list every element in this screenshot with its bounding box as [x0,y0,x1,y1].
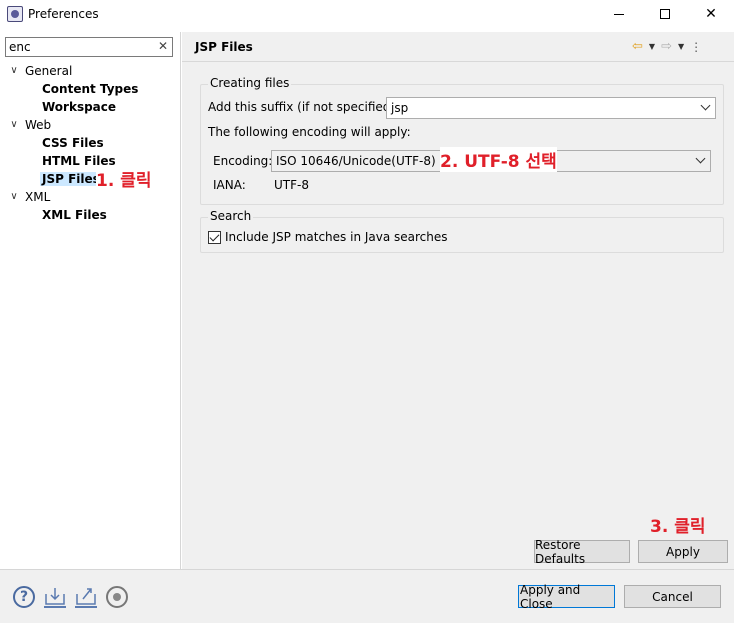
suffix-combo-value: jsp [391,101,409,115]
tree-item-css-files[interactable]: CSS Files [42,134,104,152]
expand-arrow-icon[interactable]: ∨ [9,116,19,134]
tree-item-content-types[interactable]: Content Types [42,80,138,98]
tree-item-label: XML [25,190,51,204]
tree-item-workspace[interactable]: Workspace [42,98,116,116]
tree-item-xml-files[interactable]: XML Files [42,206,107,224]
dialog-button-bar: ? Apply and Close Cancel [0,569,734,623]
expand-arrow-icon[interactable]: ∨ [9,62,19,80]
tree-item-label: JSP Files [40,172,102,186]
annotation-step3: 3. 클릭 [650,517,706,537]
forward-arrow-icon[interactable]: ⇨ [661,39,672,54]
suffix-combo[interactable]: jsp [386,97,716,119]
import-icon[interactable] [44,586,66,608]
encoding-label: Encoding: [213,154,273,168]
search-group: Search Include JSP matches in Java searc… [200,209,724,253]
close-button[interactable]: ✕ [688,0,734,28]
restore-defaults-label: Restore Defaults [535,537,586,566]
filter-input-text: enc [9,40,31,54]
apply-and-close-button[interactable]: Apply and Close [518,583,615,611]
tree-item-jsp-files[interactable]: JSP Files [40,170,102,188]
record-icon[interactable] [106,586,128,608]
restore-defaults-button[interactable]: Restore Defaults [534,537,630,566]
forward-dropdown-icon[interactable]: ▼ [678,42,684,51]
export-arrow-icon [76,588,96,605]
minimize-button[interactable] [596,0,642,28]
tree-item-label: Web [25,118,52,132]
preference-page: JSP Files ⇦ ▼ ⇨ ▼ ⋮ Creating files Add t… [182,32,734,569]
window-title: Preferences [28,7,99,21]
page-nav: ⇦ ▼ ⇨ ▼ ⋮ [632,39,702,54]
help-icon[interactable]: ? [13,586,35,608]
page-title: JSP Files [195,40,253,54]
view-menu-icon[interactable]: ⋮ [690,40,702,54]
suffix-label: Add this suffix (if not specified): [208,100,400,114]
group-legend: Search [208,209,254,223]
back-dropdown-icon[interactable]: ▼ [649,42,655,51]
apply-label: Apply [666,544,700,559]
cancel-button[interactable]: Cancel [624,585,721,608]
expand-arrow-icon[interactable]: ∨ [9,188,19,206]
annotation-step2: 2. UTF-8 선택 [440,147,557,172]
clear-filter-icon[interactable]: ✕ [158,39,168,53]
cancel-label: Cancel [652,589,693,604]
chevron-down-icon [702,102,710,110]
maximize-icon [660,9,670,19]
annotation-step1: 1. 클릭 [96,166,152,191]
tree-item-label: CSS Files [42,136,104,150]
chevron-down-icon [697,155,705,163]
include-jsp-label: Include JSP matches in Java searches [225,230,448,244]
filter-input[interactable]: enc ✕ [5,37,173,57]
iana-value: UTF-8 [274,178,309,192]
back-arrow-icon[interactable]: ⇦ [632,39,643,54]
page-header: JSP Files ⇦ ▼ ⇨ ▼ ⋮ [182,32,734,62]
tree-item-label: Content Types [42,82,139,96]
include-jsp-checkbox[interactable] [208,231,221,244]
creating-files-group: Creating files Add this suffix (if not s… [200,76,724,205]
iana-label: IANA: [213,178,246,192]
tree-item-label: Workspace [42,100,117,114]
import-arrow-icon [45,588,65,605]
encoding-note: The following encoding will apply: [208,125,411,139]
apply-and-close-label: Apply and Close [520,582,581,611]
encoding-combo-value: ISO 10646/Unicode(UTF-8) [276,154,436,168]
tree-item-label: XML Files [42,208,107,222]
export-icon[interactable] [75,586,97,608]
maximize-button[interactable] [642,0,688,28]
minimize-icon [614,13,624,15]
group-legend: Creating files [208,76,292,90]
preference-tree-pane: enc ✕ ∨ General Content Types Workspace … [0,32,181,569]
close-icon: ✕ [705,6,717,22]
tree-item-label: General [25,64,73,78]
apply-button[interactable]: Apply [638,540,728,563]
app-icon [7,6,23,22]
title-bar: Preferences ✕ [0,0,734,28]
